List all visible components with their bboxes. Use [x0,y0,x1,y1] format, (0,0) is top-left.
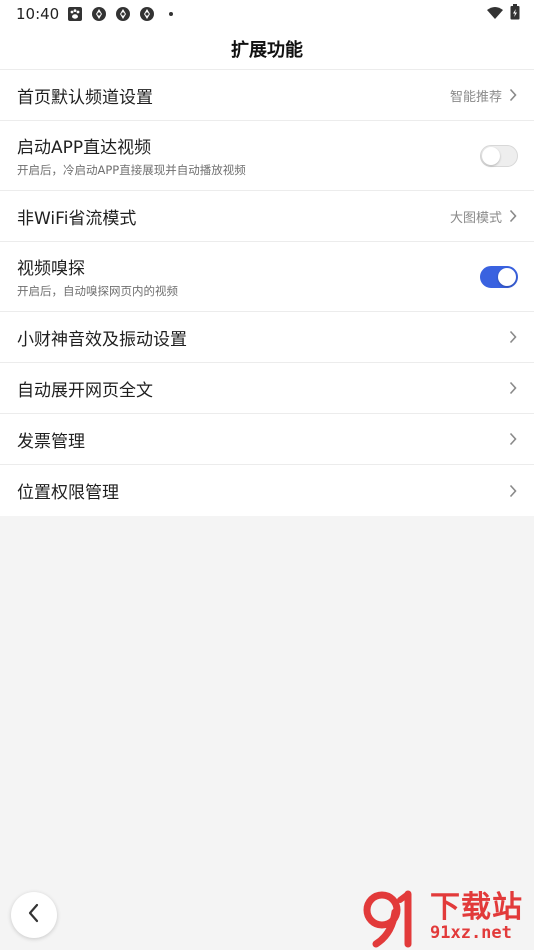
setting-title: 自动展开网页全文 [17,380,153,401]
watermark-url-text: 91xz.net [430,922,512,943]
chevron-left-icon [27,903,41,927]
setting-value: 智能推荐 [449,89,502,105]
status-bar: 10:40 [0,0,534,28]
paw-notification-icon [67,6,83,22]
aperture-notification-icon [115,6,131,22]
setting-auto-expand[interactable]: 自动展开网页全文 [0,363,534,414]
chevron-right-icon [508,88,518,102]
chevron-right-icon [508,432,518,446]
startup-video-toggle[interactable] [480,144,518,167]
setting-location-permission[interactable]: 位置权限管理 [0,465,534,516]
setting-home-channel[interactable]: 首页默认频道设置 智能推荐 [0,70,534,121]
chevron-right-icon [508,330,518,344]
setting-video-sniff: 视频嗅探 开启后，自动嗅探网页内的视频 [0,242,534,312]
toggle-knob [482,146,500,165]
setting-startup-video: 启动APP直达视频 开启后，冷启动APP直接展现并自动播放视频 [0,121,534,191]
setting-title: 首页默认频道设置 [17,87,153,108]
page-header: 扩展功能 [0,28,534,70]
setting-title: 视频嗅探 [17,259,85,279]
setting-invoice[interactable]: 发票管理 [0,414,534,465]
chevron-right-icon [508,484,518,498]
aperture-notification-icon [91,6,107,22]
back-button[interactable] [11,892,57,938]
dot-icon [163,6,179,22]
watermark-logo [362,886,426,948]
setting-title: 发票管理 [17,431,85,452]
setting-title: 位置权限管理 [17,483,119,503]
wifi-icon [486,5,504,24]
setting-subtitle: 开启后，冷启动APP直接展现并自动播放视频 [17,163,246,177]
status-left: 10:40 [16,5,179,23]
status-time: 10:40 [16,5,60,23]
aperture-notification-icon [139,6,155,22]
chevron-right-icon [508,381,518,395]
chevron-right-icon [508,209,518,223]
watermark: 下载站 91xz.net [362,886,532,948]
watermark-cn-text: 下载站 [430,889,523,925]
status-right [486,4,520,24]
setting-value: 大图模式 [449,210,502,226]
setting-title: 非WiFi省流模式 [17,208,137,229]
setting-non-wifi[interactable]: 非WiFi省流模式 大图模式 [0,191,534,242]
page-title: 扩展功能 [231,39,303,61]
setting-title: 小财神音效及振动设置 [17,329,187,350]
toggle-knob [498,267,516,286]
battery-icon [510,4,520,24]
setting-sound-vibration[interactable]: 小财神音效及振动设置 [0,312,534,363]
settings-list: 首页默认频道设置 智能推荐 启动APP直达视频 开启后，冷启动APP直接展现并自… [0,70,534,516]
setting-title: 启动APP直达视频 [17,138,152,158]
setting-subtitle: 开启后，自动嗅探网页内的视频 [17,284,178,298]
video-sniff-toggle[interactable] [480,265,518,288]
